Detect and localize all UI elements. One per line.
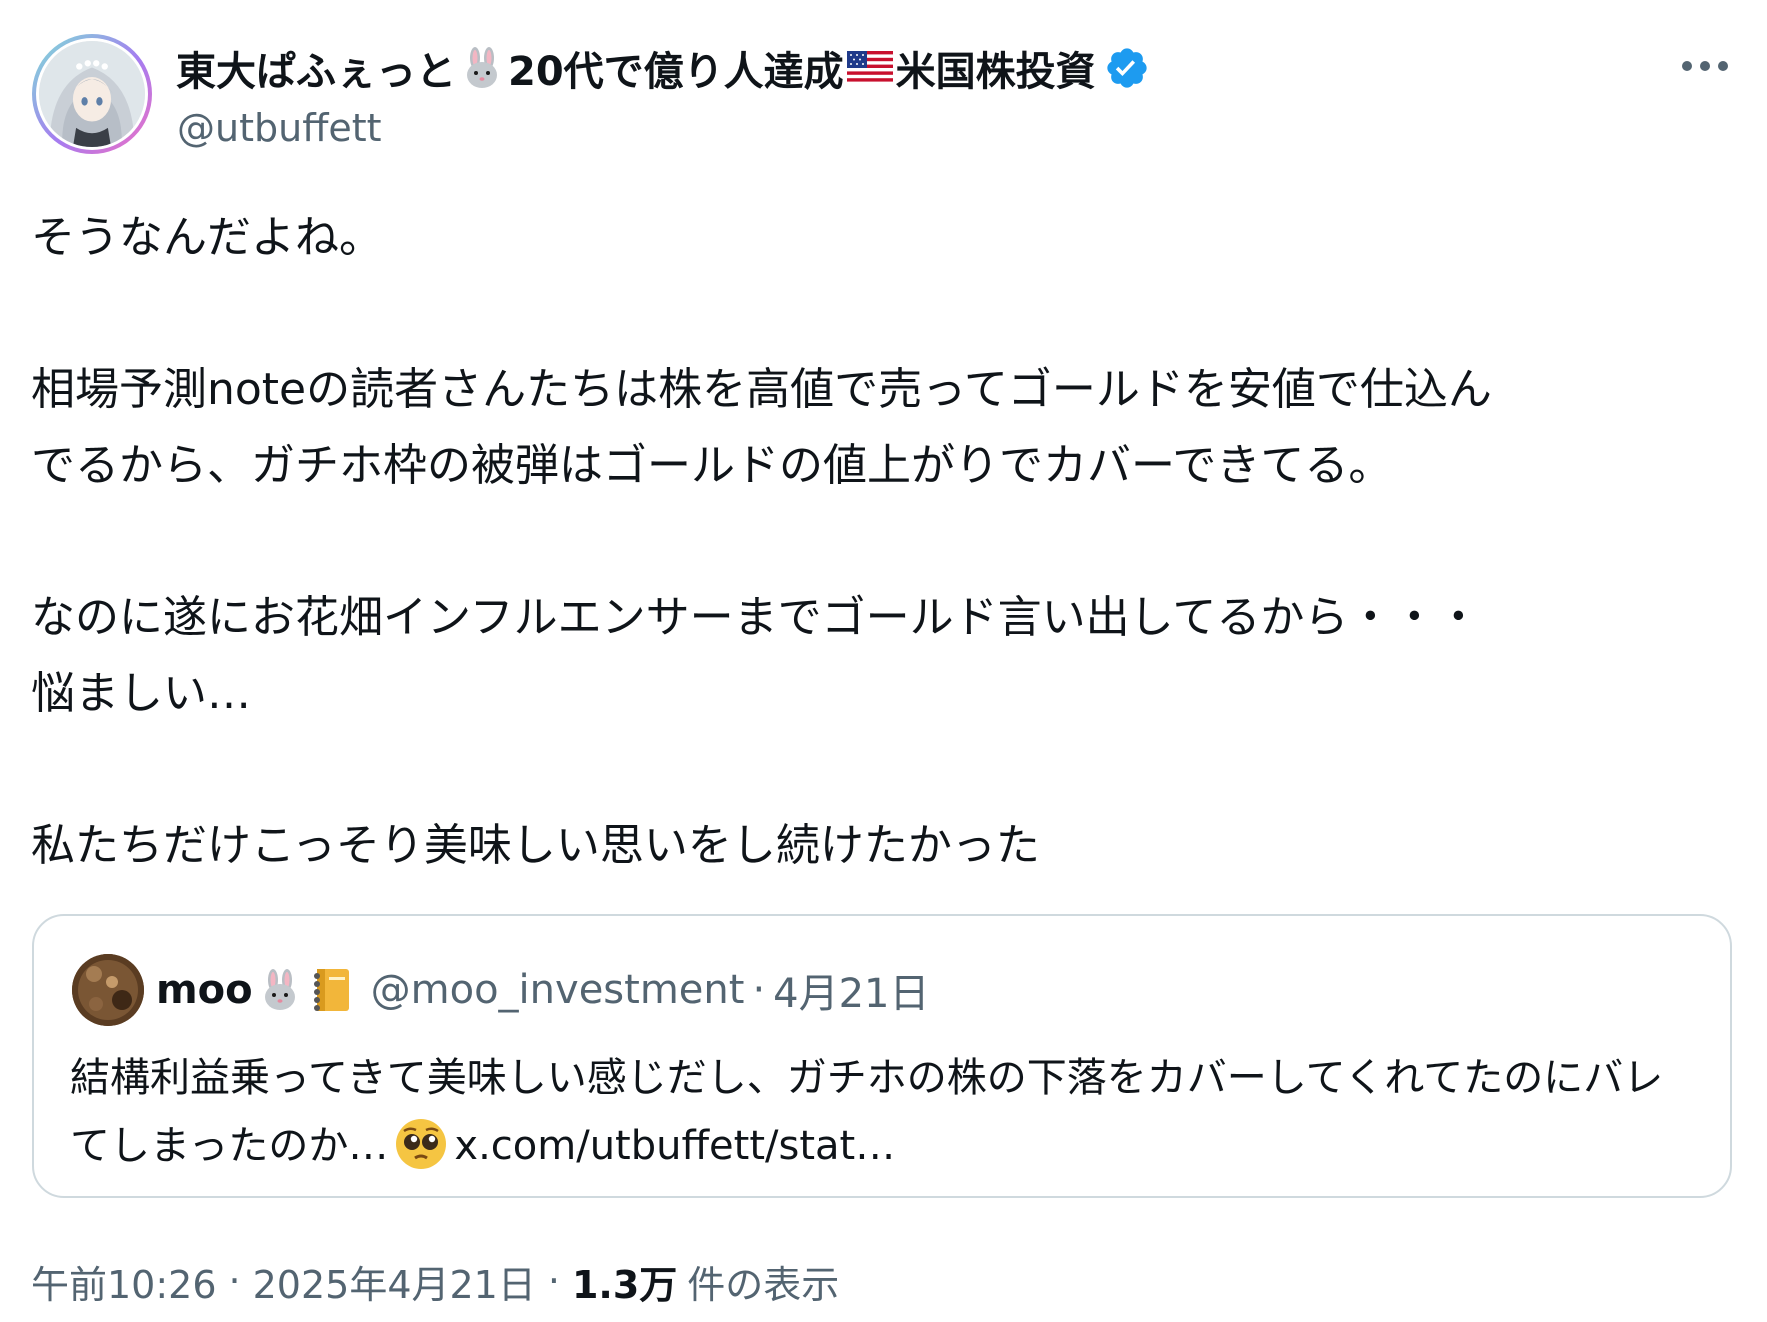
quoted-separator: · bbox=[752, 967, 766, 1013]
pleading-face-icon bbox=[394, 1117, 448, 1171]
author-name[interactable]: 東大ぱふぇっと 20代で億り人達成 米国株投資 bbox=[176, 42, 1150, 95]
rabbit-face-icon bbox=[255, 965, 305, 1015]
quoted-tweet-card[interactable]: moo @moo_investment · 4月21日 結構利益乗ってきて美味し… bbox=[32, 914, 1732, 1198]
tweet-meta: 午前10:26 · 2025年4月21日 · 1.3万 件の表示 bbox=[31, 1254, 839, 1308]
rabbit-face-icon bbox=[458, 44, 506, 92]
quoted-date[interactable]: 4月21日 bbox=[773, 961, 929, 1019]
quoted-author-name[interactable]: moo bbox=[156, 967, 253, 1013]
author-name-part3: 米国株投資 bbox=[895, 49, 1096, 95]
author-avatar[interactable] bbox=[32, 34, 152, 154]
author-name-part2: 20代で億り人達成 bbox=[508, 49, 844, 95]
quoted-header: moo @moo_investment · 4月21日 bbox=[156, 960, 930, 1020]
more-horizontal-icon[interactable] bbox=[1676, 40, 1734, 92]
meta-separator: · bbox=[228, 1259, 241, 1303]
quoted-author-avatar[interactable] bbox=[72, 954, 144, 1026]
notebook-icon bbox=[307, 965, 357, 1015]
tweet-text: そうなんだよね。 相場予測noteの読者さんたちは株を高値で売ってゴールドを安値… bbox=[31, 212, 1492, 871]
tweet-date[interactable]: 2025年4月21日 bbox=[253, 1254, 536, 1309]
meta-separator: · bbox=[547, 1259, 560, 1303]
us-flag-icon bbox=[846, 44, 894, 92]
author-handle[interactable]: @utbuffett bbox=[177, 106, 382, 150]
tweet: 東大ぱふぇっと 20代で億り人達成 米国株投資 @utbuffett そうなんだ… bbox=[0, 0, 1767, 1322]
views-label: 件の表示 bbox=[687, 1262, 840, 1307]
tweet-time[interactable]: 午前10:26 bbox=[31, 1254, 217, 1309]
avatar-image bbox=[39, 41, 145, 147]
author-name-part1: 東大ぱふぇっと bbox=[176, 49, 456, 95]
quoted-link[interactable]: x.com/utbuffett/stat… bbox=[454, 1123, 895, 1169]
views-count: 1.3万 bbox=[571, 1262, 678, 1307]
quoted-author-handle: @moo_investment bbox=[370, 967, 745, 1013]
verified-badge-icon bbox=[1104, 45, 1150, 91]
quoted-text: 結構利益乗ってきて美味しい感じだし、ガチホの株の下落をカバーしてくれてたのにバレ… bbox=[70, 1044, 1700, 1180]
